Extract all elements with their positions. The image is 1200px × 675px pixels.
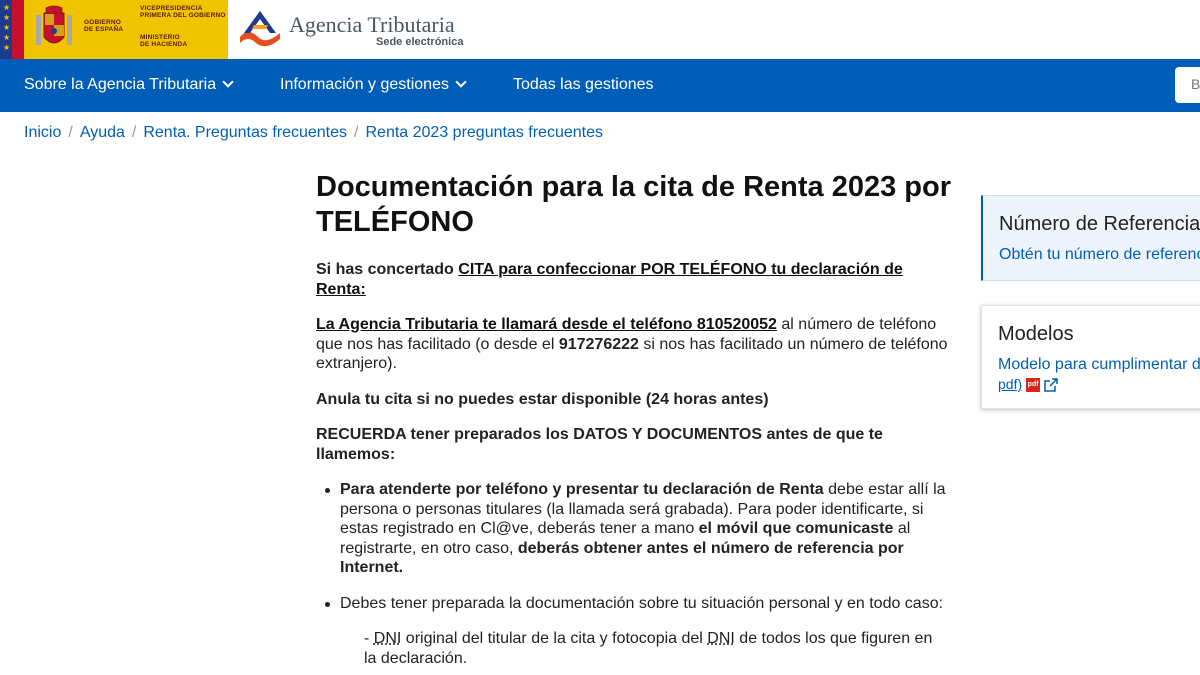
dash: - [364,630,374,647]
dni-requirement: - DNI original del titular de la cita y … [364,629,939,668]
modelo-link-line2[interactable]: pdf) pdf [998,376,1058,393]
agencia-tributaria-logo-icon[interactable] [236,7,286,51]
breadcrumb-renta-faq[interactable]: Renta. Preguntas frecuentes [143,124,347,141]
list-item: Para atenderte por teléfono y presentar … [316,480,956,578]
breadcrumb-separator: / [354,124,359,141]
breadcrumb: Inicio / Ayuda / Renta. Preguntas frecuentes… [24,124,603,142]
main-content: Documentación para la cita de Renta 2023… [316,170,956,668]
gobierno-text: GOBIERNO DE ESPAÑA [84,19,124,33]
agency-name[interactable]: Agencia Tributaria [289,12,455,38]
external-link-icon [1044,378,1058,393]
nav-item-todas[interactable]: Todas las gestiones [513,76,654,94]
nav-item-informacion[interactable]: Información y gestiones [280,76,467,94]
site-header: ★ ★ ★ ★ ★ GOBIERNO DE ESPAÑA VICEPRESIDENCIA P… [0,0,1200,59]
page-title: Documentación para la cita de Renta 2023… [316,171,951,238]
breadcrumb-ayuda[interactable]: Ayuda [80,124,125,141]
call-paragraph: La Agencia Tributaria te llamará desde e… [316,315,956,374]
sub-text: original del titular de la cita y fotoco… [401,630,708,647]
eu-flag-strip: ★ ★ ★ ★ ★ [0,0,12,59]
nav-item-label: Todas las gestiones [513,76,654,93]
breadcrumb-inicio[interactable]: Inicio [24,124,61,141]
intro-paragraph: Si has concertado CITA para confeccionar… [316,260,916,299]
foreign-phone: 917276222 [558,335,639,353]
bullet-bold: el móvil que comunicaste [698,520,894,537]
list-item: Debes tener preparada la documentación s… [316,594,956,614]
breadcrumb-separator: / [131,124,137,141]
chevron-down-icon [222,76,234,88]
bullet-text: Debes tener preparada la documentación s… [340,594,944,612]
card-title: Modelos [998,323,1074,345]
nav-item-sobre[interactable]: Sobre la Agencia Tributaria [24,76,234,94]
main-nav: Sobre la Agencia Tributaria Información … [0,59,1200,112]
breadcrumb-renta-2023-faq[interactable]: Renta 2023 preguntas frecuentes [365,124,603,141]
nav-item-label: Sobre la Agencia Tributaria [24,76,217,93]
card-title: Número de Referencia [999,213,1200,235]
vicepresidencia-text: VICEPRESIDENCIA PRIMERA DEL GOBIERNO [140,5,226,19]
nav-item-label: Información y gestiones [280,76,449,93]
modelo-link[interactable]: Modelo para cumplimentar d [998,356,1200,374]
dni-abbr: DNI [707,630,735,647]
intro-prefix: Si has concertado [316,261,459,278]
reference-number-link[interactable]: Obtén tu número de referencia [999,246,1200,264]
gobierno-espana-logo[interactable]: ★ ★ ★ ★ ★ GOBIERNO DE ESPAÑA VICEPRESIDENCIA P… [0,0,228,59]
search-input[interactable]: B [1175,67,1200,103]
pdf-link-text[interactable]: pdf) [998,376,1022,392]
chevron-down-icon [455,76,467,88]
remember-notice: RECUERDA tener preparados los DATOS Y DO… [316,426,883,463]
ministerio-text: MINISTERIO DE HACIENDA [140,34,188,48]
agency-subtitle: Sede electrónica [376,36,464,48]
requirements-list: Para atenderte por teléfono y presentar … [316,480,956,613]
modelos-card: Modelos Modelo para cumplimentar d pdf) p… [981,305,1200,409]
coat-of-arms-icon [36,5,72,45]
dni-abbr: DNI [373,630,402,647]
call-phone-link[interactable]: La Agencia Tributaria te llamará desde e… [316,316,777,333]
reference-number-card: Número de Referencia Obtén tu número de … [981,195,1200,281]
cancel-notice: Anula tu cita si no puedes estar disponi… [316,390,769,408]
pdf-icon: pdf [1026,378,1041,393]
breadcrumb-separator: / [68,124,73,141]
bullet-bold: Para atenderte por teléfono y presentar … [340,481,824,498]
spain-flag-strip [12,0,24,59]
